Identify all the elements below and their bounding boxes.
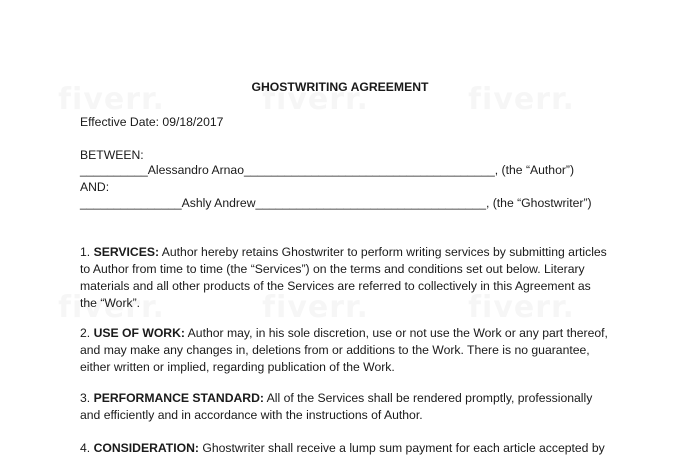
- section-performance-standard: 3. PERFORMANCE STANDARD: All of the Serv…: [80, 390, 610, 424]
- author-line: __________Alessandro Arnao______________…: [80, 163, 575, 177]
- section-consideration: 4. CONSIDERATION: Ghostwriter shall rece…: [80, 440, 610, 457]
- section-number: 3.: [80, 391, 94, 405]
- effective-date: Effective Date: 09/18/2017: [80, 115, 224, 129]
- section-text: Ghostwriter shall receive a lump sum pay…: [198, 441, 605, 455]
- section-number: 4.: [80, 441, 94, 455]
- section-heading: CONSIDERATION:: [93, 441, 199, 455]
- section-use-of-work: 2. USE OF WORK: Author may, in his sole …: [80, 325, 610, 376]
- section-text: Author hereby retains Ghostwriter to per…: [80, 245, 607, 310]
- section-number: 1.: [80, 245, 94, 259]
- and-label: AND:: [80, 180, 110, 194]
- document-title: GHOSTWRITING AGREEMENT: [251, 80, 429, 94]
- section-heading: SERVICES:: [93, 245, 160, 259]
- section-heading: USE OF WORK:: [93, 326, 185, 340]
- ghostwriter-line: _______________Ashly Andrew_____________…: [80, 196, 592, 210]
- section-number: 2.: [80, 326, 94, 340]
- section-services: 1. SERVICES: Author hereby retains Ghost…: [80, 244, 610, 312]
- section-heading: PERFORMANCE STANDARD:: [93, 391, 264, 405]
